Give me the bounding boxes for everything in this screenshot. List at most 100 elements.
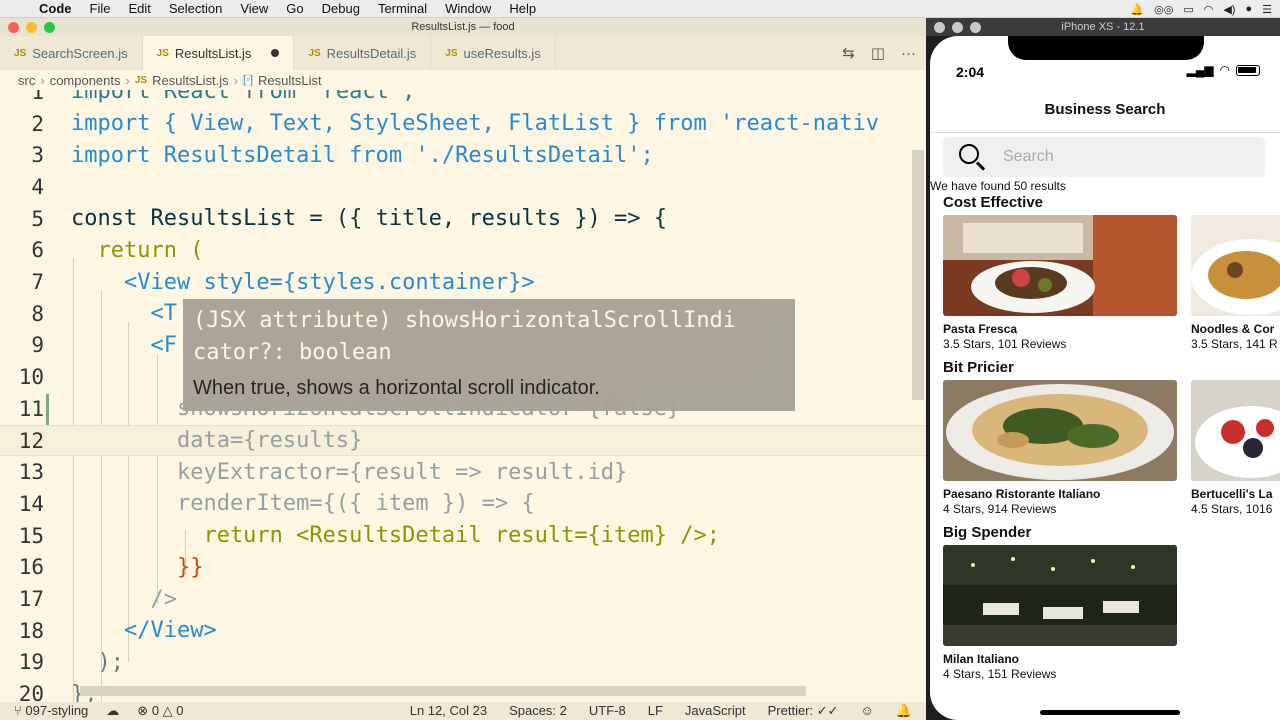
line-text: import ResultsDetail from './ResultsDeta… bbox=[71, 142, 654, 168]
line-ending[interactable]: LF bbox=[648, 703, 663, 719]
vscode-window: ResultsList.js — food JS SearchScreen.js… bbox=[0, 18, 926, 720]
symbol-icon: [◦] bbox=[243, 74, 254, 86]
indentation[interactable]: Spaces: 2 bbox=[509, 703, 567, 719]
prettier-status[interactable]: Prettier: ✓✓ bbox=[768, 703, 839, 719]
line-text: data={results} bbox=[71, 428, 363, 454]
tab-actions: ⇆ ◫ ··· bbox=[842, 36, 916, 70]
code-line[interactable]: 5 const ResultsList = ({ title, results }… bbox=[0, 203, 926, 235]
more-actions-icon[interactable]: ··· bbox=[901, 45, 916, 62]
branch-label: 097-styling bbox=[25, 703, 89, 718]
unsaved-dot-icon[interactable] bbox=[271, 49, 280, 57]
simulator-title: iPhone XS - 12.1 bbox=[1061, 21, 1145, 33]
encoding[interactable]: UTF-8 bbox=[589, 703, 626, 719]
line-number: 8 bbox=[31, 301, 44, 326]
simulator-title-bar: iPhone XS - 12.1 bbox=[926, 18, 1280, 36]
menu-selection[interactable]: Selection bbox=[160, 1, 231, 16]
menu-go[interactable]: Go bbox=[277, 1, 312, 16]
business-card[interactable]: Bertucelli's La 4.5 Stars, 1016 bbox=[1191, 380, 1280, 516]
code-line[interactable]: 18 </View> bbox=[0, 615, 926, 647]
code-line[interactable]: 19 ); bbox=[0, 647, 926, 679]
problems-indicator[interactable]: ⊗ 0 △ 0 bbox=[137, 703, 183, 719]
business-card[interactable]: Paesano Ristorante Italiano 4 Stars, 914… bbox=[943, 380, 1177, 516]
menu-debug[interactable]: Debug bbox=[313, 1, 369, 16]
code-line[interactable]: 16 }} bbox=[0, 552, 926, 584]
business-name: Pasta Fresca bbox=[943, 322, 1018, 336]
code-line[interactable]: 7 <View style={styles.container}> bbox=[0, 266, 926, 298]
cursor-position[interactable]: Ln 12, Col 23 bbox=[410, 703, 487, 719]
compare-changes-icon[interactable]: ⇆ bbox=[842, 44, 855, 62]
editor-title-bar: ResultsList.js — food bbox=[0, 18, 926, 36]
user-icon[interactable]: ● bbox=[1245, 3, 1252, 15]
menu-help[interactable]: Help bbox=[500, 1, 545, 16]
battery-icon bbox=[1236, 64, 1260, 76]
menu-edit[interactable]: Edit bbox=[119, 1, 159, 16]
business-card[interactable]: Noodles & Cor 3.5 Stars, 141 R bbox=[1191, 215, 1280, 351]
code-line-current[interactable]: 12 data={results} bbox=[0, 424, 926, 457]
tab-results-list[interactable]: JS ResultsList.js bbox=[142, 36, 295, 70]
tab-search-screen[interactable]: JS SearchScreen.js bbox=[0, 36, 143, 70]
line-text: ); bbox=[71, 649, 124, 675]
chevron-right-icon: › bbox=[40, 72, 45, 88]
volume-icon[interactable]: ◀) bbox=[1223, 3, 1235, 16]
horizontal-scrollbar[interactable] bbox=[80, 686, 806, 696]
phone-screen: 2:04 ▂▄▆ ◠ Business Search We have found… bbox=[930, 36, 1280, 720]
sync-icon[interactable]: ☁ bbox=[106, 703, 119, 719]
code-line[interactable]: 14 renderItem={({ item }) => { bbox=[0, 488, 926, 520]
feedback-icon[interactable]: ☺ bbox=[861, 703, 874, 719]
phone-status-icons: ▂▄▆ ◠ bbox=[1187, 63, 1260, 77]
home-indicator[interactable] bbox=[1040, 710, 1180, 715]
git-branch[interactable]: ⑂ 097-styling bbox=[14, 703, 88, 719]
ios-simulator-window: iPhone XS - 12.1 2:04 ▂▄▆ ◠ Business Sea… bbox=[926, 18, 1280, 720]
line-text: keyExtractor={result => result.id} bbox=[71, 459, 628, 485]
bell-icon[interactable]: 🔔 bbox=[1130, 3, 1144, 16]
breadcrumb-src[interactable]: src bbox=[18, 73, 35, 88]
line-number: 19 bbox=[18, 650, 44, 675]
breadcrumb-symbol[interactable]: ResultsList bbox=[258, 73, 322, 88]
glasses-icon[interactable]: ◎◎ bbox=[1154, 3, 1173, 16]
business-card[interactable]: Pasta Fresca 3.5 Stars, 101 Reviews bbox=[943, 215, 1177, 351]
chevron-right-icon: › bbox=[233, 72, 239, 88]
tab-use-results[interactable]: JS useResults.js bbox=[431, 36, 556, 70]
js-file-icon: JS bbox=[308, 47, 321, 59]
business-rating: 4.5 Stars, 1016 bbox=[1191, 502, 1273, 516]
code-line[interactable]: 3 import ResultsDetail from './ResultsDet… bbox=[0, 139, 926, 171]
language-mode[interactable]: JavaScript bbox=[685, 703, 746, 719]
warning-icon: △ bbox=[162, 703, 177, 718]
tooltip-signature: (JSX attribute) showsHorizontalScrollInd… bbox=[193, 308, 737, 365]
line-number: 7 bbox=[31, 270, 44, 295]
code-line[interactable]: 1 import React from 'react'; bbox=[0, 90, 926, 108]
line-number: 3 bbox=[31, 143, 44, 168]
menu-terminal[interactable]: Terminal bbox=[369, 1, 436, 16]
bell-icon[interactable]: 🔔 bbox=[896, 703, 912, 719]
line-number: 2 bbox=[31, 111, 44, 136]
nav-divider bbox=[930, 132, 1280, 133]
js-file-icon: JS bbox=[14, 47, 27, 59]
results-count: We have found 50 results bbox=[930, 179, 1066, 193]
code-line[interactable]: 17 /> bbox=[0, 583, 926, 615]
code-line[interactable]: 4 bbox=[0, 171, 926, 203]
window-title: ResultsList.js — food bbox=[411, 21, 515, 33]
menu-view[interactable]: View bbox=[231, 1, 277, 16]
tab-results-detail[interactable]: JS ResultsDetail.js bbox=[294, 36, 432, 70]
menu-app-name[interactable]: Code bbox=[30, 1, 81, 16]
tab-label: ResultsList.js bbox=[174, 45, 252, 61]
phone-notch bbox=[1008, 36, 1204, 60]
menu-file[interactable]: File bbox=[81, 1, 120, 16]
menu-window[interactable]: Window bbox=[436, 1, 500, 16]
search-input[interactable] bbox=[1003, 148, 1233, 166]
business-card[interactable]: Milan Italiano 4 Stars, 151 Reviews bbox=[943, 545, 1177, 681]
code-line[interactable]: 6 return ( bbox=[0, 235, 926, 267]
code-line[interactable]: 15 return <ResultsDetail result={item} /… bbox=[0, 520, 926, 552]
split-editor-icon[interactable]: ◫ bbox=[871, 44, 885, 62]
breadcrumb-components[interactable]: components bbox=[50, 73, 121, 88]
menu-list-icon[interactable]: ☰ bbox=[1262, 3, 1272, 16]
wifi-icon[interactable]: ◠ bbox=[1204, 3, 1214, 16]
business-image bbox=[943, 380, 1177, 481]
monitor-icon[interactable]: ▭ bbox=[1183, 3, 1193, 16]
line-number: 12 bbox=[18, 428, 44, 453]
breadcrumb-file[interactable]: ResultsList.js bbox=[152, 73, 229, 88]
search-bar[interactable] bbox=[943, 137, 1265, 177]
code-line[interactable]: 2 import { View, Text, StyleSheet, FlatLi… bbox=[0, 108, 926, 140]
vertical-scrollbar[interactable] bbox=[912, 150, 924, 400]
code-line[interactable]: 13 keyExtractor={result => result.id} bbox=[0, 456, 926, 488]
